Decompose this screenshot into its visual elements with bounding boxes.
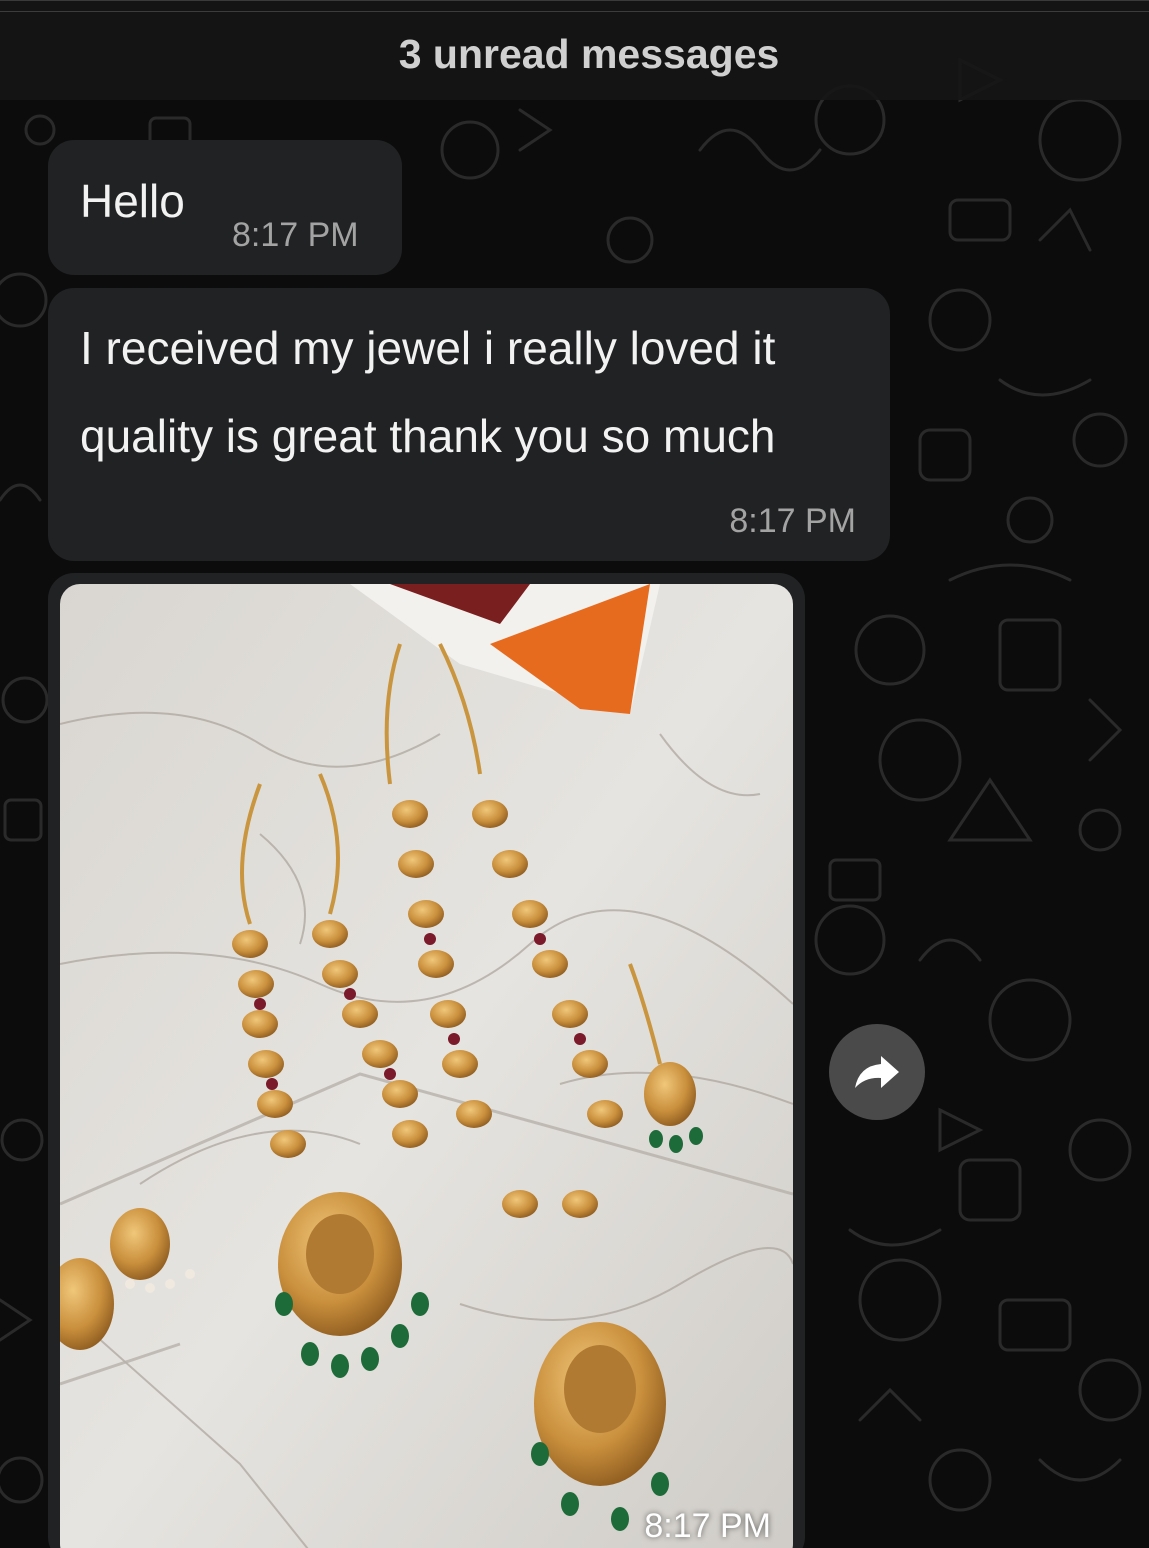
image-message-bubble[interactable]: 8:17 PM [48,573,805,1548]
message-text: Hello [80,175,185,227]
forward-button[interactable] [829,1024,925,1120]
divider [0,11,1149,12]
unread-messages-banner: 3 unread messages [0,0,1149,100]
jewellery-photo[interactable]: 8:17 PM [60,584,793,1548]
unread-count-label: 3 unread messages [398,31,780,77]
forward-arrow-icon [855,1056,899,1088]
message-text-line: I received my jewel i really loved it [80,322,776,374]
message-timestamp: 8:17 PM [729,502,856,540]
message-bubble[interactable]: I received my jewel i really loved it qu… [48,288,890,561]
chat-screen: 3 unread messages Hello 8:17 PM I receiv… [0,0,1149,1548]
message-bubble[interactable]: Hello 8:17 PM [48,140,402,275]
message-text-line: quality is great thank you so much [80,410,776,462]
message-timestamp: 8:17 PM [644,1507,771,1545]
message-timestamp: 8:17 PM [232,216,359,254]
